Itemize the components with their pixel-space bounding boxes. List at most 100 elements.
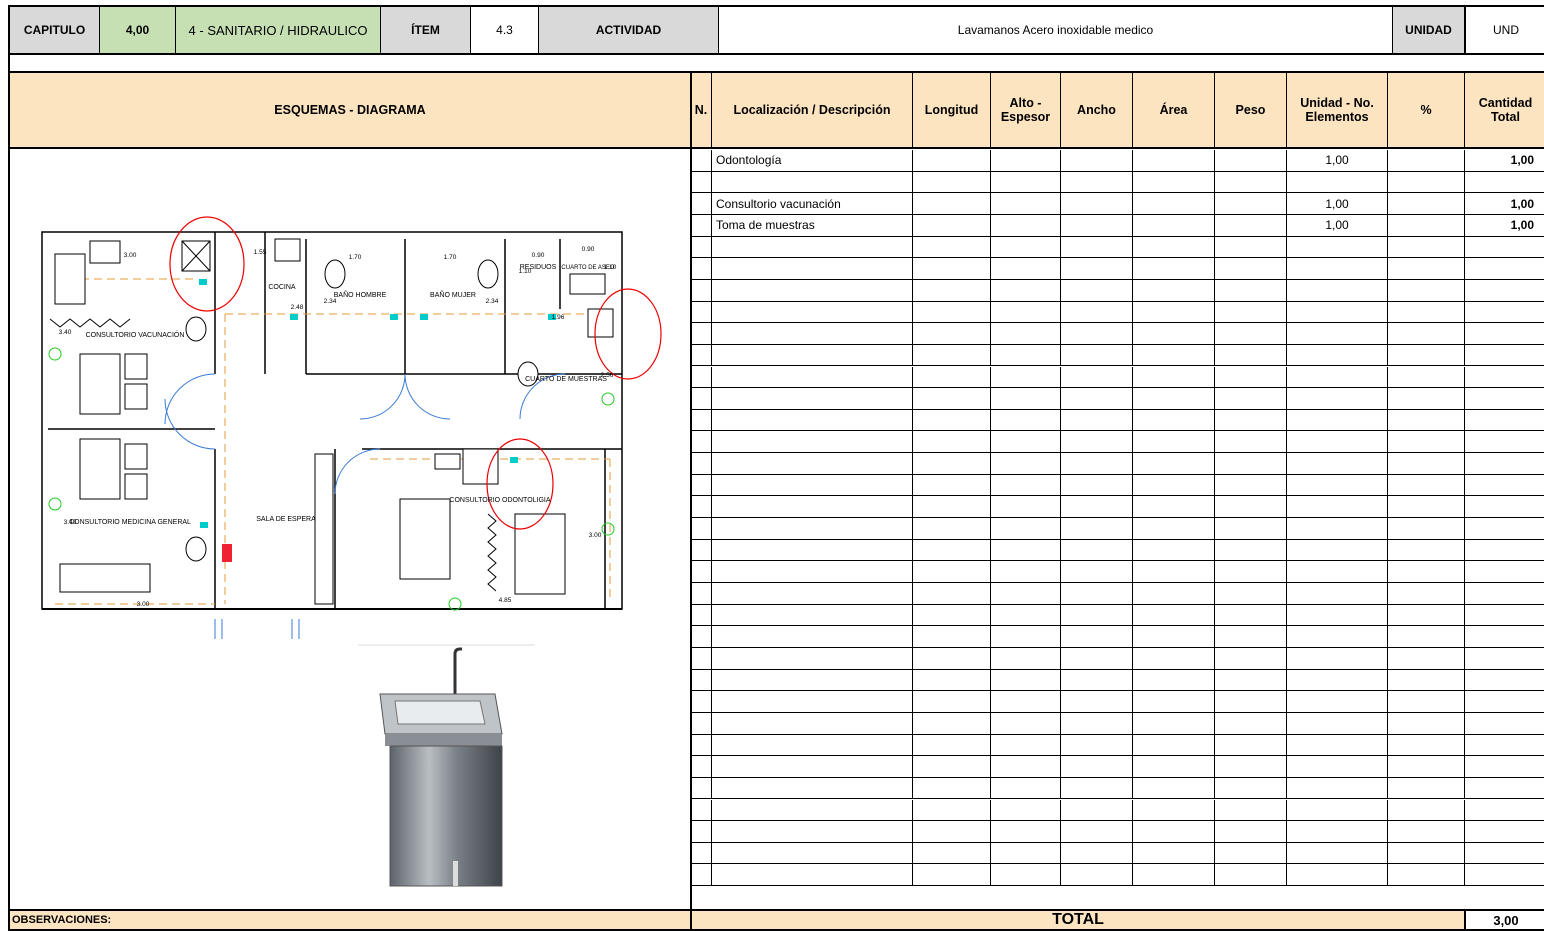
table-row bbox=[692, 561, 1544, 583]
cell-n bbox=[692, 193, 711, 214]
cell-longitud bbox=[912, 669, 990, 691]
dim-label: 3.00 bbox=[589, 532, 602, 539]
cell-n bbox=[692, 518, 711, 539]
dim-label: 3.40 bbox=[64, 519, 77, 526]
cell-area bbox=[1132, 539, 1214, 561]
cell-longitud bbox=[912, 344, 990, 366]
cell-longitud bbox=[912, 647, 990, 669]
cell-n bbox=[692, 821, 711, 842]
cell-peso bbox=[1214, 193, 1286, 214]
cell-cantidad bbox=[1464, 734, 1544, 756]
cell-unidad_no bbox=[1286, 864, 1387, 886]
cell-area bbox=[1132, 474, 1214, 496]
table-row: Toma de muestras 1,00 1,00 bbox=[692, 214, 1544, 237]
cell-desc bbox=[711, 583, 912, 604]
cell-pct bbox=[1387, 712, 1464, 734]
cell-peso bbox=[1214, 539, 1286, 561]
cell-n bbox=[692, 691, 711, 712]
dim-label: 1.70 bbox=[444, 254, 457, 261]
cell-longitud bbox=[912, 691, 990, 712]
cell-alto bbox=[990, 561, 1060, 582]
header-bar: CAPITULO 4,00 4 - SANITARIO / HIDRAULICO… bbox=[8, 5, 1544, 55]
cell-ancho bbox=[1060, 647, 1132, 669]
cell-area bbox=[1132, 518, 1214, 539]
table-row bbox=[692, 604, 1544, 627]
cell-unidad_no bbox=[1286, 647, 1387, 669]
table-row bbox=[692, 712, 1544, 735]
cell-n bbox=[692, 756, 711, 777]
cell-longitud bbox=[912, 604, 990, 626]
cell-n bbox=[692, 778, 711, 799]
cell-peso bbox=[1214, 171, 1286, 193]
label-cuarto-muestras: CUARTO DE MUESTRAS bbox=[525, 376, 607, 383]
cell-area bbox=[1132, 409, 1214, 431]
cell-ancho bbox=[1060, 474, 1132, 496]
cell-desc: Consultorio vacunación bbox=[711, 193, 912, 214]
cell-area bbox=[1132, 712, 1214, 734]
cell-longitud bbox=[912, 496, 990, 518]
cell-desc bbox=[711, 647, 912, 669]
item-value: 4.3 bbox=[471, 7, 539, 53]
cell-cantidad bbox=[1464, 647, 1544, 669]
cell-unidad_no bbox=[1286, 583, 1387, 604]
cell-cantidad bbox=[1464, 301, 1544, 323]
cell-n bbox=[692, 410, 711, 431]
cell-alto bbox=[990, 323, 1060, 344]
cell-n bbox=[692, 280, 711, 301]
cell-pct bbox=[1387, 279, 1464, 301]
cell-cantidad bbox=[1464, 669, 1544, 691]
cell-ancho bbox=[1060, 626, 1132, 647]
table-row bbox=[692, 669, 1544, 692]
cell-ancho bbox=[1060, 821, 1132, 842]
cell-n bbox=[692, 800, 711, 821]
cell-desc bbox=[711, 626, 912, 647]
cell-desc bbox=[711, 236, 912, 258]
cell-desc bbox=[711, 691, 912, 712]
cell-pct bbox=[1387, 453, 1464, 474]
cell-longitud bbox=[912, 431, 990, 453]
cell-unidad_no bbox=[1286, 669, 1387, 691]
label-cocina: COCINA bbox=[268, 284, 296, 291]
cell-area bbox=[1132, 214, 1214, 236]
cell-area bbox=[1132, 604, 1214, 626]
cell-desc bbox=[711, 279, 912, 301]
cell-peso bbox=[1214, 258, 1286, 279]
cell-alto bbox=[990, 604, 1060, 626]
cell-n bbox=[692, 843, 711, 864]
cell-unidad_no bbox=[1286, 799, 1387, 821]
cell-longitud bbox=[912, 799, 990, 821]
cell-cantidad: 1,00 bbox=[1464, 214, 1544, 236]
cell-n bbox=[692, 670, 711, 691]
cell-desc bbox=[711, 669, 912, 691]
cell-unidad_no: 1,00 bbox=[1286, 214, 1387, 236]
cell-alto bbox=[990, 193, 1060, 214]
dim-label: 3.00 bbox=[124, 252, 137, 259]
cell-peso bbox=[1214, 583, 1286, 604]
cell-ancho bbox=[1060, 669, 1132, 691]
unidad-value: UND bbox=[1465, 7, 1544, 53]
table-row: Odontología 1,00 1,00 bbox=[692, 150, 1544, 172]
cell-desc bbox=[711, 821, 912, 842]
table-row bbox=[692, 539, 1544, 562]
cell-pct bbox=[1387, 799, 1464, 821]
cell-desc bbox=[711, 301, 912, 323]
cell-cantidad bbox=[1464, 604, 1544, 626]
cell-area bbox=[1132, 799, 1214, 821]
cell-peso bbox=[1214, 344, 1286, 366]
cell-ancho bbox=[1060, 734, 1132, 756]
label-sala-espera: SALA DE ESPERA bbox=[256, 516, 316, 523]
cell-area bbox=[1132, 777, 1214, 799]
cell-pct bbox=[1387, 496, 1464, 518]
cell-n bbox=[692, 713, 711, 734]
cell-peso bbox=[1214, 474, 1286, 496]
cell-alto bbox=[990, 583, 1060, 604]
cell-cantidad bbox=[1464, 842, 1544, 864]
cell-cantidad bbox=[1464, 821, 1544, 842]
label-consultorio-vacunacion: CONSULTORIO VACUNACIÓN bbox=[86, 330, 185, 339]
cell-desc bbox=[711, 799, 912, 821]
cell-ancho bbox=[1060, 453, 1132, 474]
dim-label: 2.34 bbox=[486, 298, 499, 305]
cell-area bbox=[1132, 344, 1214, 366]
cell-unidad_no bbox=[1286, 561, 1387, 582]
table-row bbox=[692, 864, 1544, 887]
